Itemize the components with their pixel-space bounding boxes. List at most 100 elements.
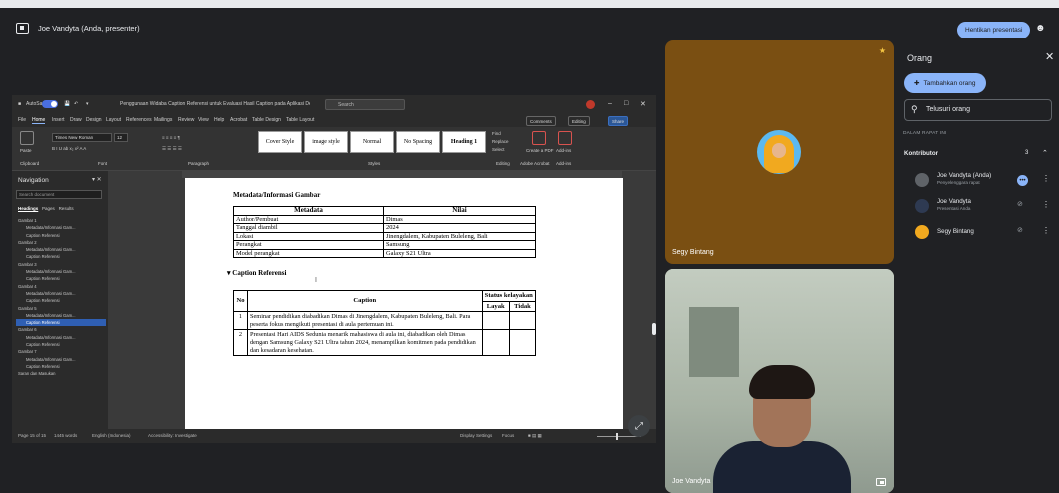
tab-mailings[interactable]: Mailings <box>154 117 172 123</box>
tab-review[interactable]: Review <box>178 117 194 123</box>
tab-view[interactable]: View <box>198 117 209 123</box>
nav-heading-item[interactable]: Gambar 2 <box>16 239 106 246</box>
nav-tab-headings[interactable]: Headings <box>18 206 38 211</box>
close-icon[interactable]: ✕ <box>640 100 646 108</box>
metadata-key[interactable]: Tanggal diambil <box>233 223 384 233</box>
more-options-icon[interactable]: ⋮ <box>1042 200 1050 209</box>
tab-acrobat[interactable]: Acrobat <box>230 117 247 123</box>
addins-icon[interactable] <box>558 131 572 145</box>
nav-heading-item[interactable]: Metadata/Informasi Gam... <box>16 290 106 297</box>
caption-number[interactable]: 1 <box>233 311 248 331</box>
add-people-button[interactable]: ✚ Tambahkan orang <box>904 73 986 93</box>
chevron-up-icon[interactable]: ⌃ <box>1042 149 1048 157</box>
undo-icon[interactable]: ↶ <box>74 101 78 107</box>
stop-presenting-button[interactable]: Hentikan presentasi <box>957 22 1031 39</box>
metadata-value[interactable]: Dimas <box>383 214 536 224</box>
nav-heading-item[interactable]: Metadata/Informasi Gam... <box>16 312 106 319</box>
nav-heading-item[interactable]: Metadata/Informasi Gam... <box>16 334 106 341</box>
style-cover[interactable]: Cover Style <box>258 131 302 153</box>
style-image[interactable]: image style <box>304 131 348 153</box>
expand-icon[interactable]: ⤢ <box>628 415 650 437</box>
style-heading-1[interactable]: Heading 1 <box>442 131 486 153</box>
metadata-key[interactable]: Model perangkat <box>233 248 384 258</box>
editing-button[interactable]: Editing <box>568 116 590 126</box>
navigation-search[interactable]: Search document <box>16 190 102 199</box>
font-size-box[interactable]: 12 <box>114 133 128 142</box>
tab-file[interactable]: File <box>18 117 26 123</box>
font-name-box[interactable]: Times New Roman <box>52 133 112 142</box>
share-button[interactable]: Share <box>608 116 629 126</box>
nav-heading-item[interactable]: Caption Referensi <box>16 275 106 282</box>
nav-heading-item[interactable]: Gambar 6 <box>16 326 106 333</box>
nav-heading-item[interactable]: Metadata/Informasi Gam... <box>16 356 106 363</box>
tidak-cell[interactable] <box>508 311 537 331</box>
caption-text[interactable]: Seminar pendidikan diabadikan Dimas di J… <box>247 311 483 331</box>
metadata-value[interactable]: 2024 <box>383 223 536 233</box>
metadata-value[interactable]: Galaxy S21 Ultra <box>383 248 536 258</box>
replace-button[interactable]: Replace <box>492 139 509 144</box>
tab-table-design[interactable]: Table Design <box>252 117 281 123</box>
tab-insert[interactable]: Insert <box>52 117 65 123</box>
metadata-key[interactable]: Perangkat <box>233 240 384 250</box>
view-mode-icons[interactable]: ■ ▤ ▦ <box>528 433 542 439</box>
nav-heading-item[interactable]: Gambar 5 <box>16 305 106 312</box>
pin-icon[interactable]: ★ <box>879 46 886 55</box>
nav-tab-results[interactable]: Results <box>59 206 74 211</box>
people-icon[interactable]: ☻ <box>1035 23 1046 34</box>
word-search-box[interactable]: Search <box>325 99 405 110</box>
format-buttons[interactable]: B I U ab x₂ x² A A <box>52 146 86 151</box>
participant-row-joe-presentation[interactable]: Joe Vandyta Presentasi Anda ⊘ ⋮ <box>899 195 1057 220</box>
find-button[interactable]: Find <box>492 131 501 136</box>
maximize-icon[interactable]: □ <box>624 100 628 107</box>
zoom-slider-knob[interactable] <box>616 433 618 440</box>
more-options-icon[interactable]: ⋮ <box>1042 174 1050 183</box>
paragraph-buttons[interactable]: ≡ ≡ ≡ ≡ ¶ <box>162 135 180 140</box>
caption-number[interactable]: 2 <box>233 329 248 357</box>
metadata-value[interactable]: Samsung <box>383 240 536 250</box>
search-people-input[interactable]: ⚲ Telusuri orang <box>904 99 1052 121</box>
participant-row-joe-self[interactable]: Joe Vandyta (Anda) Penyelenggara rapat •… <box>899 169 1057 194</box>
comments-button[interactable]: Comments <box>526 116 556 126</box>
more-options-icon[interactable]: ⋮ <box>1042 226 1050 235</box>
status-display-settings[interactable]: Display Settings <box>460 433 492 438</box>
select-button[interactable]: Select <box>492 147 505 152</box>
nav-heading-item[interactable]: Caption Referensi <box>16 363 106 370</box>
tab-references[interactable]: References <box>126 117 152 123</box>
navigation-close-icon[interactable]: ▾ ✕ <box>92 176 102 183</box>
metadata-key[interactable]: Author/Pembuat <box>233 214 384 224</box>
pip-icon[interactable] <box>876 478 886 486</box>
status-accessibility[interactable]: Accessibility: Investigate <box>148 433 197 438</box>
nav-tab-pages[interactable]: Pages <box>42 206 55 211</box>
tab-draw[interactable]: Draw <box>70 117 82 123</box>
metadata-value[interactable]: Jinengdalem, Kabupaten Buleleng, Bali <box>383 231 536 241</box>
nav-heading-item[interactable]: Gambar 3 <box>16 261 106 268</box>
participant-row-segy[interactable]: Segy Bintang ⊘ ⋮ <box>899 221 1057 246</box>
autosave-toggle[interactable] <box>42 100 58 108</box>
nav-heading-item[interactable]: Gambar 4 <box>16 283 106 290</box>
nav-heading-item[interactable]: Caption Referensi <box>16 232 106 239</box>
create-pdf-icon[interactable] <box>532 131 546 145</box>
paste-icon[interactable] <box>20 131 34 145</box>
layak-cell[interactable] <box>481 329 510 357</box>
style-no-spacing[interactable]: No Spacing <box>396 131 440 153</box>
quick-access-dropdown[interactable]: ▾ <box>86 101 89 107</box>
layak-cell[interactable] <box>481 311 510 331</box>
nav-heading-item[interactable]: Caption Referensi <box>16 253 106 260</box>
panel-resize-handle[interactable] <box>652 323 656 335</box>
nav-heading-item[interactable]: Gambar 1 <box>16 217 106 224</box>
tidak-cell[interactable] <box>508 329 537 357</box>
status-focus[interactable]: Focus <box>502 433 514 438</box>
tab-table-layout[interactable]: Table Layout <box>286 117 314 123</box>
nav-heading-item[interactable]: Caption Referensi <box>16 319 106 327</box>
tab-design[interactable]: Design <box>86 117 102 123</box>
tab-layout[interactable]: Layout <box>106 117 121 123</box>
nav-heading-item[interactable]: Gambar 7 <box>16 348 106 355</box>
save-icon[interactable]: 💾 <box>64 101 70 107</box>
contributors-group[interactable]: Kontributor 3 ⌃ <box>899 142 1057 166</box>
profile-avatar[interactable] <box>586 100 595 109</box>
nav-heading-item[interactable]: Metadata/Informasi Gam... <box>16 246 106 253</box>
minimize-icon[interactable]: – <box>608 100 612 107</box>
participant-tile-joe[interactable]: Joe Vandyta <box>665 269 894 493</box>
metadata-key[interactable]: Lokasi <box>233 231 384 241</box>
nav-heading-item[interactable]: Caption Referensi <box>16 297 106 304</box>
